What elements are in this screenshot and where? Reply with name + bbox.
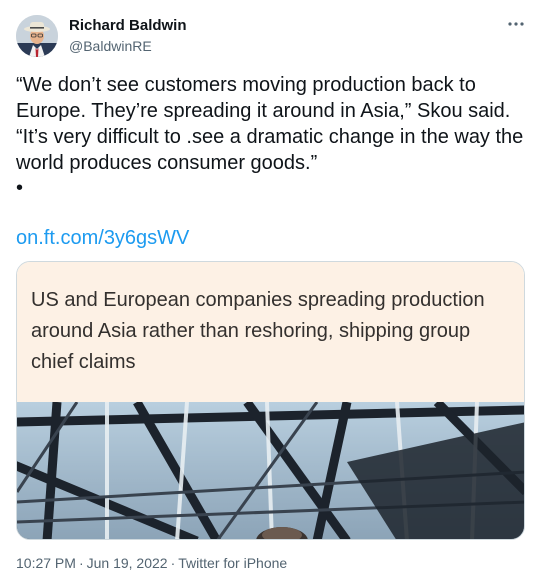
avatar[interactable] [16,15,58,57]
tweet-metadata: 10:27 PM · Jun 19, 2022 · Twitter for iPhone [16,555,287,571]
tweet: Richard Baldwin @BaldwinRE “We don’t see… [0,0,539,574]
tweet-bullet: • [16,177,24,199]
card-image [17,398,524,539]
author-name[interactable]: Richard Baldwin [69,17,187,35]
link-preview-card[interactable]: US and European companies spreading prod… [16,261,525,540]
card-header: US and European companies spreading prod… [17,262,524,402]
more-options-button[interactable] [505,13,527,35]
author-handle[interactable]: @BaldwinRE [69,37,152,55]
more-horizontal-icon [508,22,524,26]
tweet-source: Twitter for iPhone [178,555,288,571]
card-photo [17,398,524,539]
tweet-date[interactable]: Jun 19, 2022 [87,555,168,571]
card-title: US and European companies spreading prod… [31,289,485,373]
tweet-text: “We don’t see customers moving productio… [16,74,524,174]
avatar-image [16,15,58,57]
tweet-link[interactable]: on.ft.com/3y6gsWV [16,226,189,250]
meta-separator-2: · [170,555,176,571]
meta-separator: · [78,555,84,571]
tweet-time[interactable]: 10:27 PM [16,555,76,571]
